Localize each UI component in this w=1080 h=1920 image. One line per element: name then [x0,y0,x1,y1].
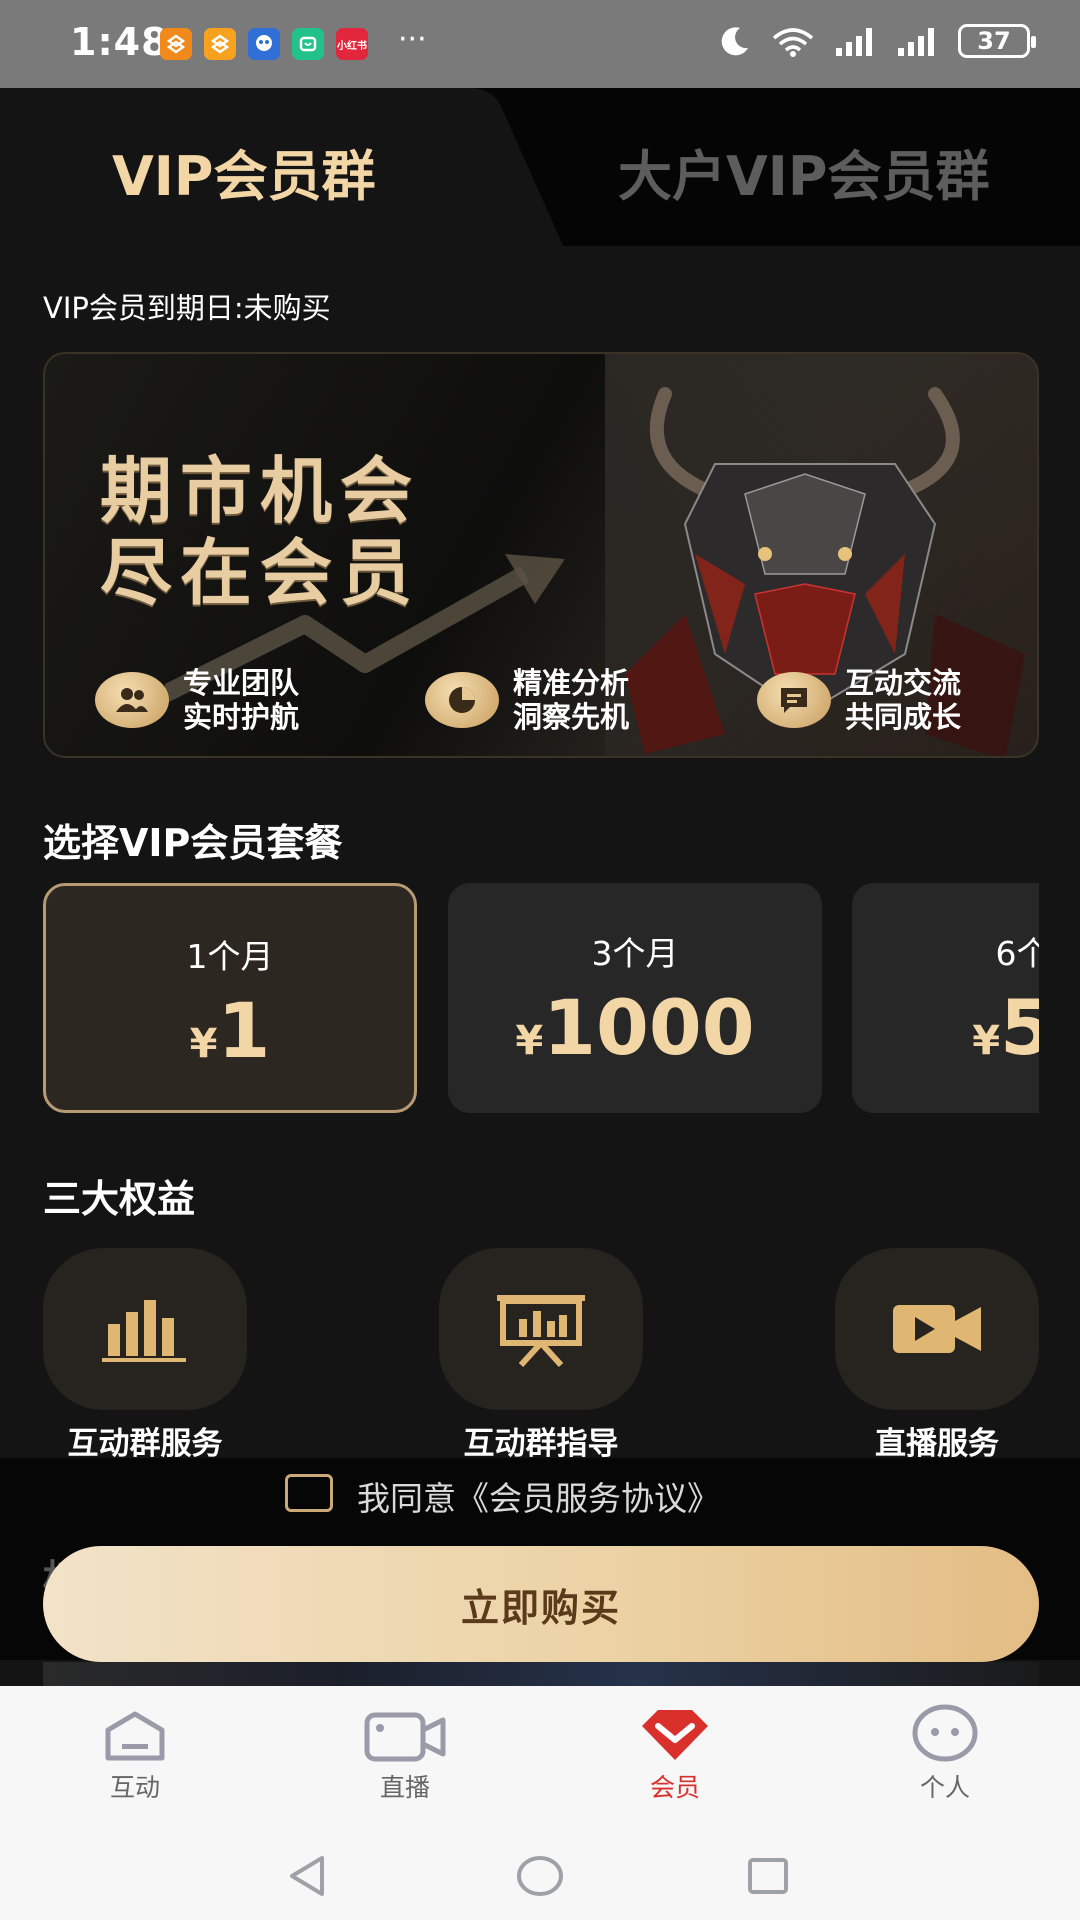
wifi-icon [772,28,814,57]
live-video-icon [364,1712,446,1762]
home-circle-icon[interactable] [516,1854,564,1898]
vip-heart-icon [642,1710,708,1760]
status-indicators: 37 [718,24,1036,58]
back-icon[interactable] [286,1854,330,1898]
nav-vip[interactable]: 会员 [575,1686,775,1804]
nav-label: 互动 [109,1773,160,1802]
plan-currency: ¥ [972,1018,1001,1064]
status-app-icons: 小红书 [160,28,368,60]
benefit-group-service[interactable]: 互动群服务 [43,1248,247,1463]
nav-interaction[interactable]: 互动 [35,1686,235,1804]
plan-duration: 3个月 [591,934,679,973]
app-green-icon [292,28,324,60]
plan-card-3-months[interactable]: 3个月 ¥1000 [448,883,822,1113]
app-screen: 1:48 小红书 ··· 37 VIP会员群 大户VIP会员群 VIP会员到期日… [0,0,1080,1920]
feature-team-line2: 实时护航 [183,700,300,734]
benefit-live-service[interactable]: 直播服务 [835,1248,1039,1463]
status-time: 1:48 [70,20,169,64]
bottom-navigation: 互动 直播 会员 个人 [0,1686,1080,1840]
nav-label: 会员 [649,1773,700,1802]
plan-currency: ¥ [515,1018,544,1064]
plan-duration: 6个月 [995,934,1040,973]
agreement-text[interactable]: 我同意《会员服务协议》 [357,1472,720,1520]
benefit-label: 互动群指导 [463,1426,619,1462]
signal-1-icon [836,28,872,56]
banner-feature-analysis: 精准分析 洞察先机 [425,666,629,734]
video-camera-icon [893,1305,981,1353]
nav-label: 直播 [379,1773,430,1802]
vip-expire-date: VIP会员到期日:未购买 [43,291,331,325]
smiley-icon [912,1704,978,1762]
signal-2-icon [898,28,934,56]
feature-analysis-line1: 精准分析 [513,666,630,700]
system-navigation-bar [0,1840,1080,1920]
nav-profile[interactable]: 个人 [845,1686,1045,1804]
banner-title-line2: 尽在会员 [100,531,421,615]
team-icon [95,672,169,728]
plan-list[interactable]: 1个月 ¥1 3个月 ¥1000 6个月 ¥50 [43,883,1039,1115]
benefit-label: 互动群服务 [67,1426,223,1462]
plan-currency: ¥ [189,1021,218,1067]
agreement-checkbox[interactable] [285,1474,333,1512]
banner-feature-interaction: 互动交流 共同成长 [757,666,961,734]
feature-interaction-line1: 互动交流 [845,666,962,700]
recent-apps-icon[interactable] [746,1854,790,1898]
benefits-section-title: 三大权益 [43,1177,196,1221]
moon-icon [721,27,748,56]
nav-label: 个人 [919,1773,970,1802]
plan-duration: 1个月 [186,937,274,976]
app-orange-1-icon [160,28,192,60]
presentation-board-icon [497,1295,585,1367]
pie-chart-icon [425,672,499,728]
app-blue-icon [248,28,280,60]
app-red-icon: 小红书 [336,28,368,60]
plan-card-6-months[interactable]: 6个月 ¥50 [852,883,1039,1113]
nav-live[interactable]: 直播 [305,1686,505,1804]
plan-price: 50 [1000,983,1039,1072]
buy-now-button[interactable]: 立即购买 [43,1546,1039,1662]
status-more: ··· [398,22,427,57]
promo-banner[interactable]: 期市机会 尽在会员 专业团队 实时护航 精准分析 洞察先机 互动交流 共同成长 [43,352,1039,758]
plan-card-1-month[interactable]: 1个月 ¥1 [43,883,417,1113]
bar-chart-icon [102,1300,186,1362]
plan-price: 1000 [543,983,755,1072]
tab-vip-group[interactable]: VIP会员群 [112,132,375,211]
banner-feature-team: 专业团队 实时护航 [95,666,299,734]
tab-big-vip-group[interactable]: 大户VIP会员群 [618,132,989,211]
feature-team-line1: 专业团队 [183,666,300,700]
app-orange-2-icon [204,28,236,60]
benefit-group-guidance[interactable]: 互动群指导 [439,1248,643,1463]
plan-price: 1 [217,986,271,1075]
home-icon [105,1711,165,1761]
status-bar: 1:48 小红书 ··· 37 [0,0,1080,88]
benefit-label: 直播服务 [875,1426,999,1462]
feature-analysis-line2: 洞察先机 [513,700,630,734]
battery-indicator: 37 [958,24,1036,58]
feature-interaction-line2: 共同成长 [845,700,962,734]
plans-section-title: 选择VIP会员套餐 [43,821,343,865]
message-icon [757,672,831,728]
content-preview-strip [43,1662,1039,1686]
